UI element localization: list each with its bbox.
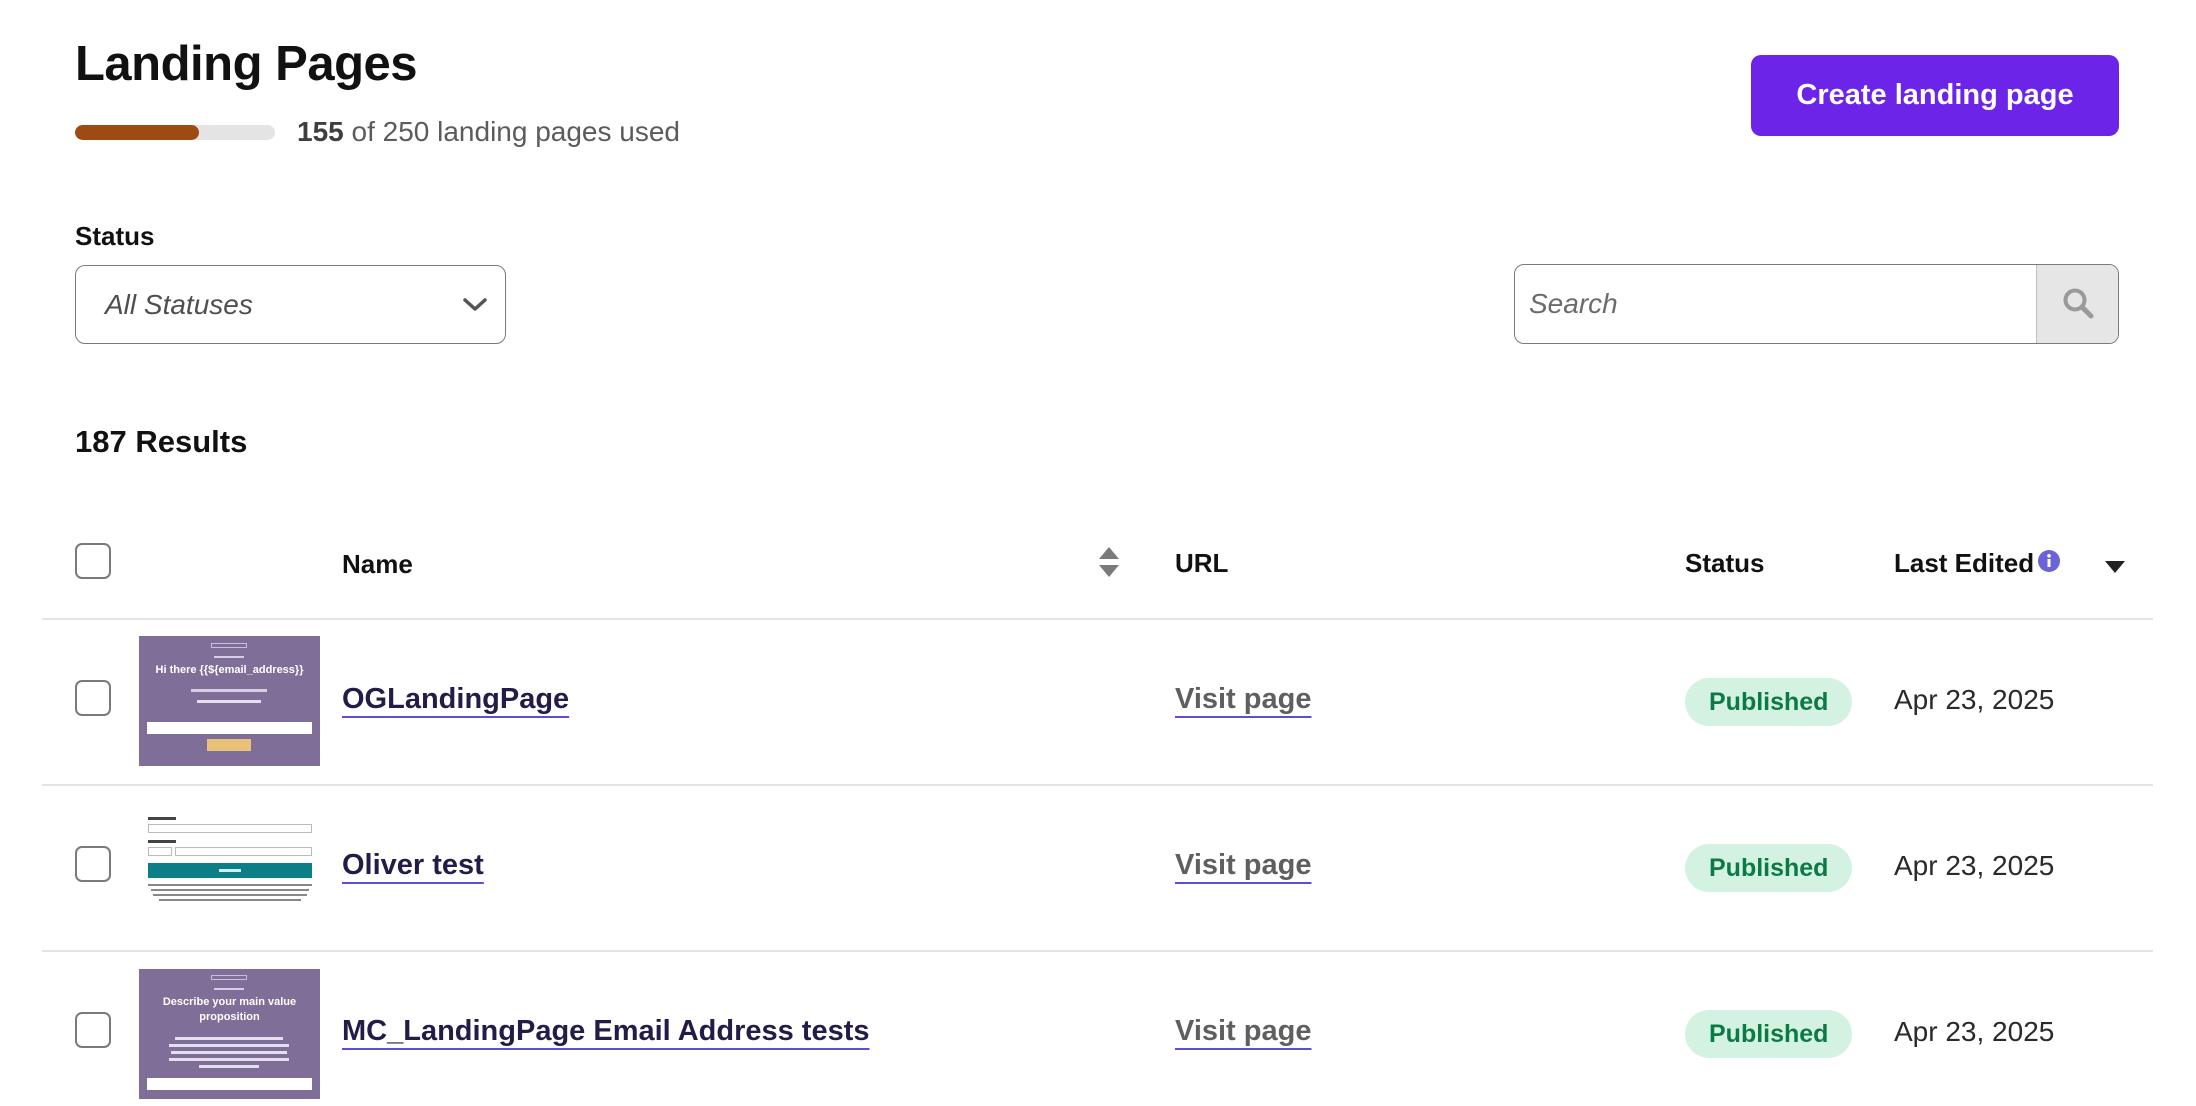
table-divider: [42, 618, 2153, 620]
usage-text: 155 of 250 landing pages used: [297, 116, 680, 148]
usage-meter: 155 of 250 landing pages used: [75, 116, 680, 148]
column-header-name: Name: [342, 549, 413, 579]
status-badge: Published: [1685, 844, 1853, 892]
create-landing-page-button[interactable]: Create landing page: [1751, 55, 2119, 136]
search-input[interactable]: [1515, 265, 2036, 343]
visit-page-link[interactable]: Visit page: [1175, 849, 1311, 882]
search-box: [1514, 264, 2119, 344]
last-edited-date: Apr 23, 2025: [1894, 1016, 2055, 1047]
sort-descending-icon[interactable]: [2104, 560, 2126, 579]
status-badge: Published: [1685, 678, 1853, 726]
visit-page-link[interactable]: Visit page: [1175, 683, 1311, 716]
page-thumbnail: Describe your main value proposition: [139, 969, 320, 1099]
page-thumbnail: [139, 803, 320, 933]
row-checkbox[interactable]: [75, 846, 111, 882]
page-title: Landing Pages: [75, 37, 418, 91]
search-button[interactable]: [2036, 265, 2118, 343]
select-all-checkbox[interactable]: [75, 543, 111, 579]
usage-progress-bar: [75, 124, 275, 140]
page-name-link[interactable]: OGLandingPage: [342, 683, 569, 716]
column-header-status: Status: [1685, 548, 1765, 578]
thumbnail-headline: Describe your main value proposition: [162, 996, 297, 1023]
row-checkbox[interactable]: [75, 1012, 111, 1048]
chevron-down-icon: [445, 297, 505, 313]
results-count: 187 Results: [75, 424, 248, 459]
page-name-link[interactable]: Oliver test: [342, 849, 484, 882]
column-header-url: URL: [1175, 548, 1229, 578]
table-divider: [42, 950, 2153, 952]
status-filter-value: All Statuses: [105, 288, 253, 320]
column-header-last-edited[interactable]: Last Edited: [1894, 548, 2034, 579]
landing-pages-screen: Landing Pages 155 of 250 landing pages u…: [0, 0, 2196, 1106]
page-thumbnail: Hi there {{${email_address}}: [139, 636, 320, 766]
usage-label: of 250 landing pages used: [351, 116, 681, 147]
sort-icon[interactable]: [1097, 545, 1121, 584]
thumbnail-headline: Hi there {{${email_address}}: [155, 664, 304, 676]
visit-page-link[interactable]: Visit page: [1175, 1015, 1311, 1048]
search-icon: [2061, 286, 2095, 323]
status-filter-select[interactable]: All Statuses: [75, 265, 506, 344]
status-badge: Published: [1685, 1010, 1853, 1058]
page-name-link[interactable]: MC_LandingPage Email Address tests: [342, 1015, 870, 1048]
row-checkbox[interactable]: [75, 680, 111, 716]
status-filter-label: Status: [75, 221, 155, 251]
info-icon[interactable]: [2038, 550, 2060, 577]
table-divider: [42, 784, 2153, 786]
usage-used-count: 155: [297, 116, 344, 147]
last-edited-date: Apr 23, 2025: [1894, 684, 2055, 715]
last-edited-date: Apr 23, 2025: [1894, 850, 2055, 881]
usage-progress-fill: [75, 124, 199, 140]
